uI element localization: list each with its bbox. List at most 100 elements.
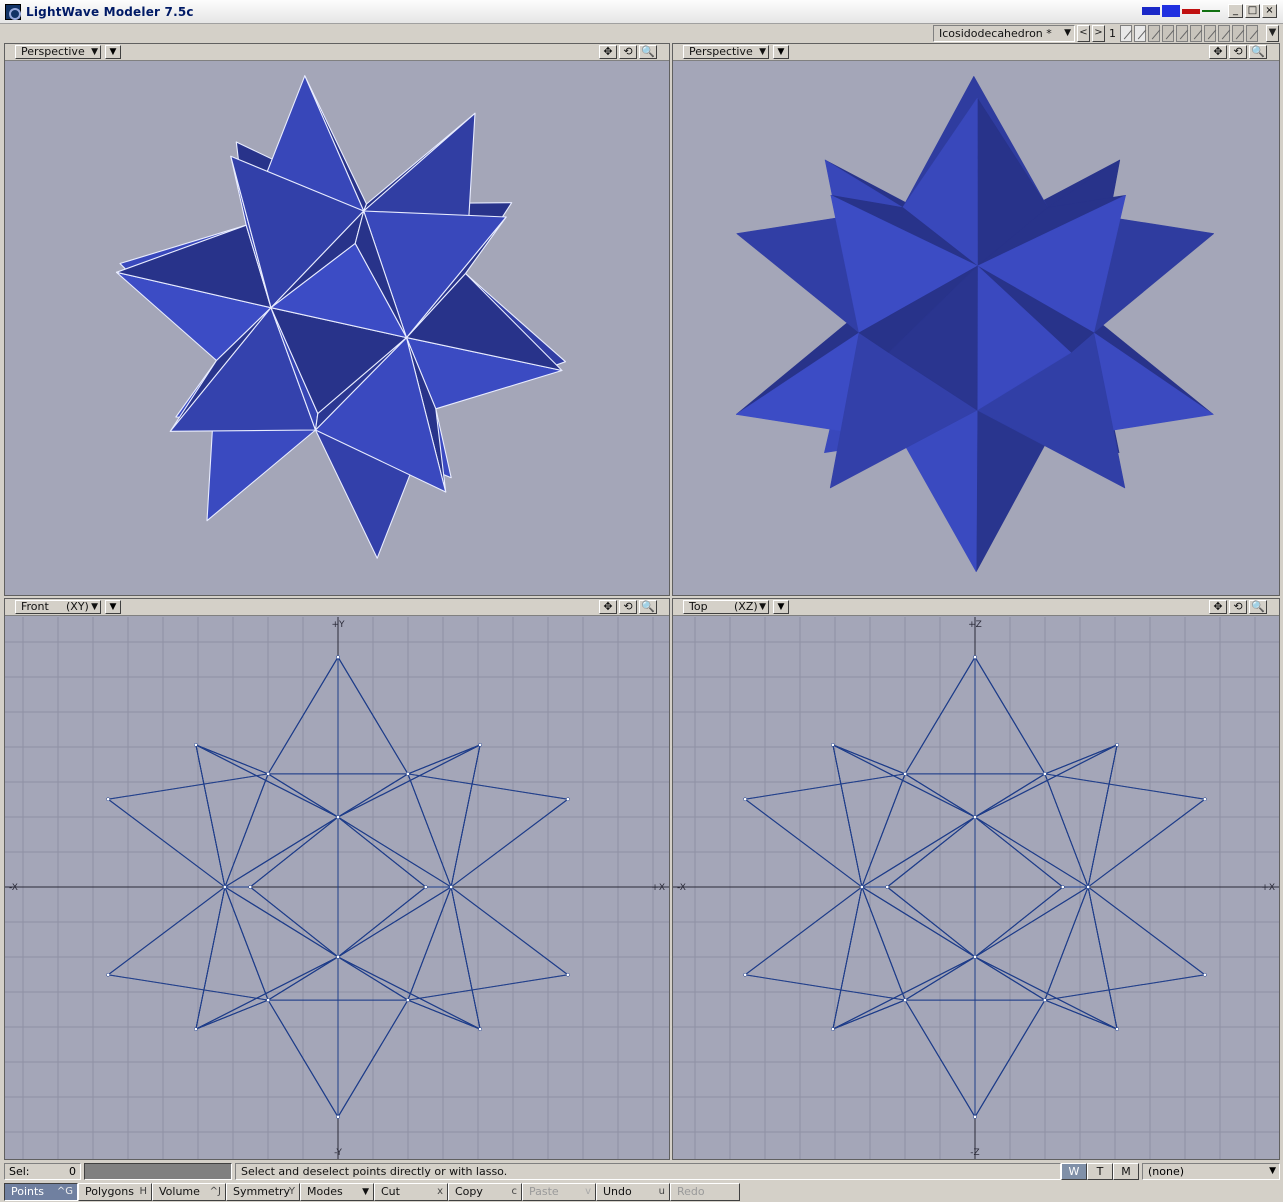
- move-view-icon[interactable]: ✥: [599, 600, 617, 614]
- prev-layer-button[interactable]: <: [1077, 25, 1090, 42]
- zoom-view-icon[interactable]: 🔍: [1249, 600, 1267, 614]
- move-view-icon[interactable]: ✥: [1209, 45, 1227, 59]
- mode-button-redo[interactable]: Redo: [670, 1182, 740, 1201]
- model-point[interactable]: [831, 743, 835, 747]
- layer-slot-8[interactable]: [1218, 25, 1230, 42]
- rotate-view-icon[interactable]: ⟲: [619, 45, 637, 59]
- view-type-selector[interactable]: Perspective ▼: [683, 45, 769, 59]
- layer-slot-6[interactable]: [1190, 25, 1202, 42]
- wire-edge: [336, 743, 481, 888]
- model-point[interactable]: [1060, 885, 1065, 889]
- move-view-icon[interactable]: ✥: [599, 45, 617, 59]
- mode-button-points[interactable]: Points ^G: [4, 1182, 78, 1201]
- model-point[interactable]: [406, 772, 410, 776]
- model-point[interactable]: [336, 655, 340, 659]
- model-point[interactable]: [860, 885, 864, 889]
- layer-slot-1[interactable]: [1120, 25, 1132, 42]
- zoom-view-icon[interactable]: 🔍: [1249, 45, 1267, 59]
- morph-map-button[interactable]: M: [1113, 1162, 1139, 1180]
- model-point[interactable]: [336, 1115, 340, 1119]
- mode-button-paste[interactable]: Paste v: [522, 1182, 596, 1201]
- model-point[interactable]: [1086, 885, 1090, 889]
- layer-slot-9[interactable]: [1232, 25, 1244, 42]
- viewport-canvas[interactable]: +Y -Y -X +X: [5, 617, 669, 1159]
- object-selector[interactable]: Icosidodecahedron * ▼: [933, 25, 1075, 42]
- layer-slot-4[interactable]: [1162, 25, 1174, 42]
- view-options-button[interactable]: ▼: [773, 45, 789, 59]
- view-options-button[interactable]: ▼: [105, 45, 121, 59]
- texture-map-button[interactable]: T: [1087, 1162, 1113, 1180]
- model-point[interactable]: [743, 972, 747, 977]
- zoom-view-icon[interactable]: 🔍: [639, 45, 657, 59]
- model-point[interactable]: [885, 885, 890, 889]
- mode-button-volume[interactable]: Volume ^J: [152, 1182, 226, 1201]
- layer-slot-7[interactable]: [1204, 25, 1216, 42]
- model-point[interactable]: [266, 772, 270, 776]
- mode-button-symmetry[interactable]: Symmetry Y: [226, 1182, 300, 1201]
- model-point[interactable]: [973, 815, 977, 819]
- viewport-top[interactable]: Top (XZ) ▼ ▼ ✥ ⟲ 🔍 +Z -Z -X +X: [672, 598, 1280, 1160]
- model-point[interactable]: [478, 1027, 482, 1031]
- model-point[interactable]: [223, 885, 227, 889]
- viewport-perspective-right[interactable]: Perspective ▼ ▼ ✥ ⟲ 🔍: [672, 43, 1280, 596]
- viewport-canvas[interactable]: [673, 62, 1279, 595]
- model-point[interactable]: [1115, 1027, 1119, 1031]
- model-point[interactable]: [248, 885, 253, 889]
- model-point[interactable]: [478, 743, 482, 747]
- rotate-view-icon[interactable]: ⟲: [1229, 600, 1247, 614]
- zoom-view-icon[interactable]: 🔍: [639, 600, 657, 614]
- minimize-button[interactable]: _: [1228, 4, 1243, 18]
- view-type-selector[interactable]: Perspective ▼: [15, 45, 101, 59]
- layer-slot-3[interactable]: [1148, 25, 1160, 42]
- layer-slot-5[interactable]: [1176, 25, 1188, 42]
- view-type-selector[interactable]: Front (XY) ▼: [15, 600, 101, 614]
- viewport-front[interactable]: Front (XY) ▼ ▼ ✥ ⟲ 🔍 +Y -Y -X +X: [4, 598, 670, 1160]
- maximize-button[interactable]: □: [1245, 4, 1260, 18]
- model-point[interactable]: [406, 998, 410, 1002]
- mode-button-polygons[interactable]: Polygons H: [78, 1182, 152, 1201]
- weight-map-button[interactable]: W: [1061, 1162, 1087, 1180]
- model-point[interactable]: [336, 955, 340, 959]
- next-layer-button[interactable]: >: [1092, 25, 1105, 42]
- model-point[interactable]: [1115, 743, 1119, 747]
- model-point[interactable]: [903, 998, 907, 1002]
- mode-button-copy[interactable]: Copy c: [448, 1182, 522, 1201]
- mode-button-undo[interactable]: Undo u: [596, 1182, 670, 1201]
- model-point[interactable]: [566, 797, 570, 802]
- model-point[interactable]: [1043, 772, 1047, 776]
- move-view-icon[interactable]: ✥: [1209, 600, 1227, 614]
- view-options-button[interactable]: ▼: [105, 600, 121, 614]
- view-options-button[interactable]: ▼: [773, 600, 789, 614]
- view-type-selector[interactable]: Top (XZ) ▼: [683, 600, 769, 614]
- viewport-canvas[interactable]: [5, 62, 669, 595]
- model-point[interactable]: [106, 797, 110, 802]
- vmap-selector[interactable]: (none) ▼: [1142, 1162, 1280, 1180]
- model-point[interactable]: [106, 972, 110, 977]
- model-point[interactable]: [194, 743, 198, 747]
- model-point[interactable]: [423, 885, 428, 889]
- mode-button-modes[interactable]: Modes ▼: [300, 1182, 374, 1201]
- model-point[interactable]: [973, 655, 977, 659]
- model-point[interactable]: [1203, 972, 1207, 977]
- viewport-perspective-left[interactable]: Perspective ▼ ▼ ✥ ⟲ 🔍: [4, 43, 670, 596]
- rotate-view-icon[interactable]: ⟲: [1229, 45, 1247, 59]
- model-point[interactable]: [903, 772, 907, 776]
- model-point[interactable]: [831, 1027, 835, 1031]
- model-point[interactable]: [1043, 998, 1047, 1002]
- model-point[interactable]: [449, 885, 453, 889]
- rotate-view-icon[interactable]: ⟲: [619, 600, 637, 614]
- model-point[interactable]: [1203, 797, 1207, 802]
- layer-slot-10[interactable]: [1246, 25, 1258, 42]
- model-point[interactable]: [566, 972, 570, 977]
- model-point[interactable]: [973, 1115, 977, 1119]
- mode-button-cut[interactable]: Cut x: [374, 1182, 448, 1201]
- model-point[interactable]: [266, 998, 270, 1002]
- model-point[interactable]: [743, 797, 747, 802]
- model-point[interactable]: [336, 815, 340, 819]
- viewport-canvas[interactable]: +Z -Z -X +X: [673, 617, 1279, 1159]
- model-point[interactable]: [194, 1027, 198, 1031]
- layer-slot-2[interactable]: [1134, 25, 1146, 42]
- model-point[interactable]: [973, 955, 977, 959]
- layer-menu-button[interactable]: ▼: [1266, 25, 1279, 42]
- close-button[interactable]: ×: [1262, 4, 1277, 18]
